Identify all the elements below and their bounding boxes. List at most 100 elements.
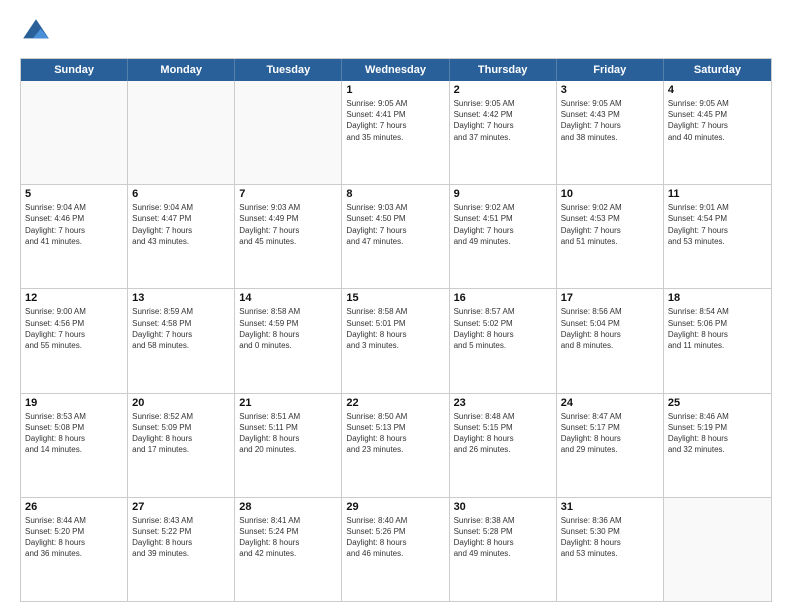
day-cell-7: 7 Sunrise: 9:03 AM Sunset: 4:49 PM Daylig… — [235, 185, 342, 288]
logo — [20, 16, 56, 48]
day-number-5: 5 — [25, 188, 123, 200]
day-info-22: Sunrise: 8:50 AM Sunset: 5:13 PM Dayligh… — [346, 411, 444, 456]
day-info-1: Sunrise: 9:05 AM Sunset: 4:41 PM Dayligh… — [346, 98, 444, 143]
day-number-13: 13 — [132, 292, 230, 304]
day-cell-13: 13 Sunrise: 8:59 AM Sunset: 4:58 PM Dayli… — [128, 289, 235, 392]
day-cell-4: 4Sunrise: 9:05 AM Sunset: 4:45 PM Daylig… — [664, 81, 771, 184]
day-cell-10: 10Sunrise: 9:02 AM Sunset: 4:53 PM Dayli… — [557, 185, 664, 288]
day-number-6: 6 — [132, 188, 230, 200]
day-info-5: Sunrise: 9:04 AM Sunset: 4:46 PM Dayligh… — [25, 202, 123, 247]
day-info-30: Sunrise: 8:38 AM Sunset: 5:28 PM Dayligh… — [454, 515, 552, 560]
day-cell-17: 17Sunrise: 8:56 AM Sunset: 5:04 PM Dayli… — [557, 289, 664, 392]
day-cell-20: 20 Sunrise: 8:52 AM Sunset: 5:09 PM Dayli… — [128, 394, 235, 497]
day-number-1: 1 — [346, 84, 444, 96]
day-number-8: 8 — [346, 188, 444, 200]
header-wednesday: Wednesday — [342, 59, 449, 81]
day-cell-18: 18Sunrise: 8:54 AM Sunset: 5:06 PM Dayli… — [664, 289, 771, 392]
day-info-31: Sunrise: 8:36 AM Sunset: 5:30 PM Dayligh… — [561, 515, 659, 560]
day-number-29: 29 — [346, 501, 444, 513]
day-cell-21: 21Sunrise: 8:51 AM Sunset: 5:11 PM Dayli… — [235, 394, 342, 497]
day-cell-2: 2 Sunrise: 9:05 AM Sunset: 4:42 PM Daylig… — [450, 81, 557, 184]
day-info-2: Sunrise: 9:05 AM Sunset: 4:42 PM Dayligh… — [454, 98, 552, 143]
day-cell-31: 31 Sunrise: 8:36 AM Sunset: 5:30 PM Dayli… — [557, 498, 664, 601]
logo-icon — [20, 16, 52, 48]
day-cell-14: 14 Sunrise: 8:58 AM Sunset: 4:59 PM Dayli… — [235, 289, 342, 392]
header-tuesday: Tuesday — [235, 59, 342, 81]
day-info-9: Sunrise: 9:02 AM Sunset: 4:51 PM Dayligh… — [454, 202, 552, 247]
header-saturday: Saturday — [664, 59, 771, 81]
day-number-31: 31 — [561, 501, 659, 513]
day-info-27: Sunrise: 8:43 AM Sunset: 5:22 PM Dayligh… — [132, 515, 230, 560]
day-cell-23: 23 Sunrise: 8:48 AM Sunset: 5:15 PM Dayli… — [450, 394, 557, 497]
empty-cell-w0-d0 — [21, 81, 128, 184]
day-cell-29: 29 Sunrise: 8:40 AM Sunset: 5:26 PM Dayli… — [342, 498, 449, 601]
day-cell-6: 6 Sunrise: 9:04 AM Sunset: 4:47 PM Daylig… — [128, 185, 235, 288]
day-cell-27: 27 Sunrise: 8:43 AM Sunset: 5:22 PM Dayli… — [128, 498, 235, 601]
day-number-2: 2 — [454, 84, 552, 96]
day-cell-5: 5 Sunrise: 9:04 AM Sunset: 4:46 PM Daylig… — [21, 185, 128, 288]
empty-cell-w0-d2 — [235, 81, 342, 184]
day-number-22: 22 — [346, 397, 444, 409]
week-row-2: 12Sunrise: 9:00 AM Sunset: 4:56 PM Dayli… — [21, 288, 771, 392]
page: Sunday Monday Tuesday Wednesday Thursday… — [0, 0, 792, 612]
day-number-3: 3 — [561, 84, 659, 96]
day-number-4: 4 — [668, 84, 767, 96]
day-cell-3: 3 Sunrise: 9:05 AM Sunset: 4:43 PM Daylig… — [557, 81, 664, 184]
day-number-10: 10 — [561, 188, 659, 200]
day-info-7: Sunrise: 9:03 AM Sunset: 4:49 PM Dayligh… — [239, 202, 337, 247]
week-row-4: 26 Sunrise: 8:44 AM Sunset: 5:20 PM Dayli… — [21, 497, 771, 601]
day-info-18: Sunrise: 8:54 AM Sunset: 5:06 PM Dayligh… — [668, 306, 767, 351]
day-number-19: 19 — [25, 397, 123, 409]
day-number-30: 30 — [454, 501, 552, 513]
day-cell-25: 25Sunrise: 8:46 AM Sunset: 5:19 PM Dayli… — [664, 394, 771, 497]
day-number-23: 23 — [454, 397, 552, 409]
day-number-20: 20 — [132, 397, 230, 409]
day-cell-8: 8Sunrise: 9:03 AM Sunset: 4:50 PM Daylig… — [342, 185, 449, 288]
day-info-26: Sunrise: 8:44 AM Sunset: 5:20 PM Dayligh… — [25, 515, 123, 560]
day-number-24: 24 — [561, 397, 659, 409]
day-cell-26: 26 Sunrise: 8:44 AM Sunset: 5:20 PM Dayli… — [21, 498, 128, 601]
day-number-26: 26 — [25, 501, 123, 513]
empty-cell-w0-d1 — [128, 81, 235, 184]
day-info-21: Sunrise: 8:51 AM Sunset: 5:11 PM Dayligh… — [239, 411, 337, 456]
header-friday: Friday — [557, 59, 664, 81]
header-sunday: Sunday — [21, 59, 128, 81]
day-cell-1: 1 Sunrise: 9:05 AM Sunset: 4:41 PM Daylig… — [342, 81, 449, 184]
day-cell-15: 15Sunrise: 8:58 AM Sunset: 5:01 PM Dayli… — [342, 289, 449, 392]
day-info-11: Sunrise: 9:01 AM Sunset: 4:54 PM Dayligh… — [668, 202, 767, 247]
day-cell-16: 16 Sunrise: 8:57 AM Sunset: 5:02 PM Dayli… — [450, 289, 557, 392]
header — [20, 16, 772, 48]
day-info-28: Sunrise: 8:41 AM Sunset: 5:24 PM Dayligh… — [239, 515, 337, 560]
day-info-6: Sunrise: 9:04 AM Sunset: 4:47 PM Dayligh… — [132, 202, 230, 247]
day-number-16: 16 — [454, 292, 552, 304]
day-cell-9: 9 Sunrise: 9:02 AM Sunset: 4:51 PM Daylig… — [450, 185, 557, 288]
day-info-23: Sunrise: 8:48 AM Sunset: 5:15 PM Dayligh… — [454, 411, 552, 456]
day-info-25: Sunrise: 8:46 AM Sunset: 5:19 PM Dayligh… — [668, 411, 767, 456]
day-cell-11: 11Sunrise: 9:01 AM Sunset: 4:54 PM Dayli… — [664, 185, 771, 288]
day-cell-19: 19 Sunrise: 8:53 AM Sunset: 5:08 PM Dayli… — [21, 394, 128, 497]
week-row-3: 19 Sunrise: 8:53 AM Sunset: 5:08 PM Dayli… — [21, 393, 771, 497]
day-info-17: Sunrise: 8:56 AM Sunset: 5:04 PM Dayligh… — [561, 306, 659, 351]
day-cell-28: 28Sunrise: 8:41 AM Sunset: 5:24 PM Dayli… — [235, 498, 342, 601]
day-number-14: 14 — [239, 292, 337, 304]
calendar-header: Sunday Monday Tuesday Wednesday Thursday… — [21, 59, 771, 81]
empty-cell-w4-d6 — [664, 498, 771, 601]
day-cell-22: 22 Sunrise: 8:50 AM Sunset: 5:13 PM Dayli… — [342, 394, 449, 497]
day-cell-30: 30 Sunrise: 8:38 AM Sunset: 5:28 PM Dayli… — [450, 498, 557, 601]
day-info-16: Sunrise: 8:57 AM Sunset: 5:02 PM Dayligh… — [454, 306, 552, 351]
day-info-20: Sunrise: 8:52 AM Sunset: 5:09 PM Dayligh… — [132, 411, 230, 456]
day-number-7: 7 — [239, 188, 337, 200]
day-number-15: 15 — [346, 292, 444, 304]
day-info-29: Sunrise: 8:40 AM Sunset: 5:26 PM Dayligh… — [346, 515, 444, 560]
week-row-1: 5 Sunrise: 9:04 AM Sunset: 4:46 PM Daylig… — [21, 184, 771, 288]
day-cell-12: 12Sunrise: 9:00 AM Sunset: 4:56 PM Dayli… — [21, 289, 128, 392]
day-number-9: 9 — [454, 188, 552, 200]
day-info-13: Sunrise: 8:59 AM Sunset: 4:58 PM Dayligh… — [132, 306, 230, 351]
day-info-14: Sunrise: 8:58 AM Sunset: 4:59 PM Dayligh… — [239, 306, 337, 351]
calendar-body: 1 Sunrise: 9:05 AM Sunset: 4:41 PM Daylig… — [21, 81, 771, 601]
day-info-19: Sunrise: 8:53 AM Sunset: 5:08 PM Dayligh… — [25, 411, 123, 456]
day-info-3: Sunrise: 9:05 AM Sunset: 4:43 PM Dayligh… — [561, 98, 659, 143]
day-number-27: 27 — [132, 501, 230, 513]
header-thursday: Thursday — [450, 59, 557, 81]
calendar: Sunday Monday Tuesday Wednesday Thursday… — [20, 58, 772, 602]
